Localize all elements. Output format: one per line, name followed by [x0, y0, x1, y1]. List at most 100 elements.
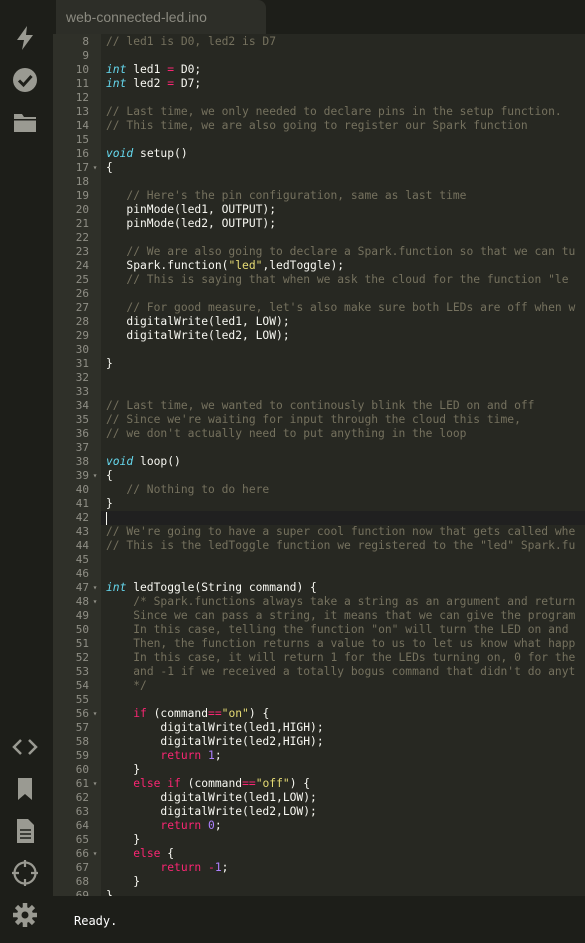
code-line[interactable]: // We're going to have a super cool func…: [101, 525, 585, 539]
code-line[interactable]: int led1 = D0;: [101, 63, 585, 77]
code-icon[interactable]: [11, 733, 39, 761]
code-line-text: // We're going to have a super cool func…: [106, 525, 576, 538]
code-line[interactable]: In this case, telling the function "on" …: [101, 623, 585, 637]
code-line[interactable]: /* Spark.functions always take a string …: [101, 595, 585, 609]
code-line[interactable]: // Last time, we wanted to continously b…: [101, 399, 585, 413]
code-line[interactable]: }: [101, 357, 585, 371]
code-line[interactable]: [101, 567, 585, 581]
code-line[interactable]: and -1 if we received a totally bogus co…: [101, 665, 585, 679]
code-line[interactable]: {: [101, 469, 585, 483]
code-line[interactable]: }: [101, 875, 585, 889]
code-line[interactable]: // we don't actually need to put anythin…: [101, 427, 585, 441]
code-line[interactable]: int ledToggle(String command) {: [101, 581, 585, 595]
code-line[interactable]: else if (command=="off") {: [101, 777, 585, 791]
code-line[interactable]: // Last time, we only needed to declare …: [101, 105, 585, 119]
code-line[interactable]: // This is the ledToggle function we reg…: [101, 539, 585, 553]
code-line[interactable]: }: [101, 833, 585, 847]
code-line[interactable]: [101, 49, 585, 63]
code-line[interactable]: [101, 693, 585, 707]
fold-toggle-icon[interactable]: ▾: [90, 581, 100, 595]
code-line-text: // For good measure, let's also make sur…: [126, 301, 576, 314]
fold-toggle-icon[interactable]: ▾: [90, 707, 100, 721]
code-line-text: }: [106, 833, 141, 846]
line-number: 29: [75, 329, 89, 342]
code-line[interactable]: digitalWrite(led2,HIGH);: [101, 735, 585, 749]
libraries-icon[interactable]: [11, 775, 39, 803]
line-number: 58: [75, 735, 89, 748]
code-line[interactable]: [101, 371, 585, 385]
fold-toggle-icon[interactable]: ▾: [90, 469, 100, 483]
code-line[interactable]: // Here's the pin configuration, same as…: [101, 189, 585, 203]
code-line[interactable]: [101, 343, 585, 357]
code-line[interactable]: [101, 231, 585, 245]
code-line[interactable]: Spark.function("led",ledToggle);: [101, 259, 585, 273]
code-line-text: // Last time, we wanted to continously b…: [106, 399, 535, 412]
code-line[interactable]: [101, 91, 585, 105]
code-line[interactable]: [101, 175, 585, 189]
devices-icon[interactable]: [11, 859, 39, 887]
files-icon[interactable]: [11, 108, 39, 136]
file-tab[interactable]: web-connected-led.ino: [56, 0, 266, 34]
fold-toggle-icon[interactable]: ▾: [90, 595, 100, 609]
code-line[interactable]: else {: [101, 847, 585, 861]
code-line[interactable]: if (command=="on") {: [101, 707, 585, 721]
code-line[interactable]: return 1;: [101, 749, 585, 763]
code-line[interactable]: In this case, it will return 1 for the L…: [101, 651, 585, 665]
line-number: 57: [75, 721, 89, 734]
code-line[interactable]: digitalWrite(led1,HIGH);: [101, 721, 585, 735]
code-line[interactable]: }: [101, 889, 585, 896]
fold-toggle-icon[interactable]: ▾: [90, 161, 100, 175]
code-line[interactable]: int led2 = D7;: [101, 77, 585, 91]
line-number: 13: [75, 105, 89, 118]
code-line[interactable]: digitalWrite(led2,LOW);: [101, 805, 585, 819]
code-line[interactable]: digitalWrite(led1, LOW);: [101, 315, 585, 329]
code-line[interactable]: digitalWrite(led2, LOW);: [101, 329, 585, 343]
code-line[interactable]: {: [101, 161, 585, 175]
code-line[interactable]: // led1 is D0, led2 is D7: [101, 35, 585, 49]
code-line[interactable]: [101, 553, 585, 567]
code-line[interactable]: // We are also going to declare a Spark.…: [101, 245, 585, 259]
text-cursor: [106, 512, 107, 525]
line-number: 47: [75, 581, 89, 594]
code-line[interactable]: }: [101, 763, 585, 777]
line-number: 60: [75, 763, 89, 776]
code-line[interactable]: Then, the function returns a value to us…: [101, 637, 585, 651]
code-line[interactable]: // For good measure, let's also make sur…: [101, 301, 585, 315]
line-number: 43: [75, 525, 89, 538]
code-line[interactable]: [101, 287, 585, 301]
line-number: 49: [75, 609, 89, 622]
code-line[interactable]: // Nothing to do here: [101, 483, 585, 497]
code-line[interactable]: [101, 133, 585, 147]
code-line[interactable]: void setup(): [101, 147, 585, 161]
code-editor[interactable]: 8 9 10 11 12 13 14 15 16 17 ▾ 18 19 20 21 22 23 24 25 26 27 2…: [53, 34, 585, 896]
docs-icon[interactable]: [11, 817, 39, 845]
fold-toggle-icon[interactable]: ▾: [90, 847, 100, 861]
code-line-text: void loop(): [106, 455, 181, 468]
status-bar: Ready.: [53, 896, 585, 943]
code-line[interactable]: // This time, we are also going to regis…: [101, 119, 585, 133]
fold-toggle-icon[interactable]: ▾: [90, 777, 100, 791]
line-number: 25: [75, 273, 89, 286]
code-area[interactable]: // led1 is D0, led2 is D7 int led1 = D0; i…: [101, 34, 585, 896]
code-line[interactable]: Since we can pass a string, it means tha…: [101, 609, 585, 623]
code-line-text: }: [106, 889, 113, 896]
code-line[interactable]: pinMode(led1, OUTPUT);: [101, 203, 585, 217]
line-number: 11: [75, 77, 89, 90]
code-line[interactable]: digitalWrite(led1,LOW);: [101, 791, 585, 805]
code-line[interactable]: [101, 385, 585, 399]
code-line-text: digitalWrite(led1,LOW);: [106, 791, 317, 804]
code-line[interactable]: [101, 511, 585, 525]
flash-icon[interactable]: [11, 24, 39, 52]
settings-icon[interactable]: [11, 901, 39, 929]
code-line[interactable]: // Since we're waiting for input through…: [101, 413, 585, 427]
line-number: 18: [75, 175, 89, 188]
code-line[interactable]: }: [101, 497, 585, 511]
code-line[interactable]: [101, 441, 585, 455]
verify-icon[interactable]: [11, 66, 39, 94]
code-line[interactable]: */: [101, 679, 585, 693]
code-line[interactable]: return -1;: [101, 861, 585, 875]
code-line[interactable]: void loop(): [101, 455, 585, 469]
code-line[interactable]: return 0;: [101, 819, 585, 833]
code-line[interactable]: // This is saying that when we ask the c…: [101, 273, 585, 287]
code-line[interactable]: pinMode(led2, OUTPUT);: [101, 217, 585, 231]
